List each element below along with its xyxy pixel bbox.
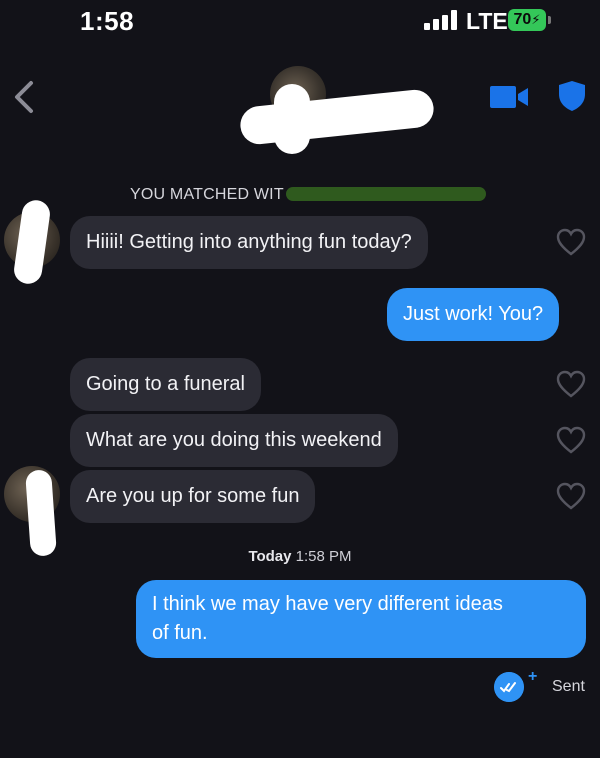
status-time: 1:58 [80, 6, 135, 36]
message-bubble-incoming[interactable]: What are you doing this weekend [70, 414, 398, 467]
message-bubble-outgoing[interactable]: I think we may have very different ideas… [136, 580, 586, 658]
redaction-scribble [12, 198, 52, 286]
timestamp-time: 1:58 PM [295, 548, 352, 565]
battery-level: 70 [513, 11, 532, 28]
matched-banner: YOU MATCHED WIT [130, 186, 284, 203]
double-check-icon [494, 672, 524, 702]
redaction-scribble [274, 84, 310, 154]
network-type: LTE [466, 8, 508, 34]
heart-icon[interactable] [556, 228, 586, 256]
plus-icon[interactable]: + [528, 668, 537, 686]
heart-icon[interactable] [556, 482, 586, 510]
signal-strength-icon [424, 10, 458, 30]
shield-icon[interactable] [558, 80, 586, 112]
message-bubble-incoming[interactable]: Going to a funeral [70, 358, 261, 411]
redaction-bar [286, 187, 486, 201]
heart-icon[interactable] [556, 426, 586, 454]
timestamp-day: Today [248, 548, 292, 565]
message-line: of fun. [152, 622, 208, 644]
video-camera-icon[interactable] [490, 84, 530, 110]
message-timestamp: Today 1:58 PM [0, 548, 600, 565]
message-bubble-outgoing[interactable]: Just work! You? [387, 288, 560, 341]
sent-status: Sent [552, 678, 585, 695]
message-line: I think we may have very different ideas [152, 593, 503, 615]
message-bubble-incoming[interactable]: Are you up for some fun [70, 470, 316, 523]
message-bubble-incoming[interactable]: Hiiii! Getting into anything fun today? [70, 216, 428, 269]
chevron-left-icon[interactable] [12, 80, 38, 114]
battery-icon: 70⚡ [508, 9, 552, 31]
heart-icon[interactable] [556, 370, 586, 398]
redaction-scribble [238, 87, 436, 147]
